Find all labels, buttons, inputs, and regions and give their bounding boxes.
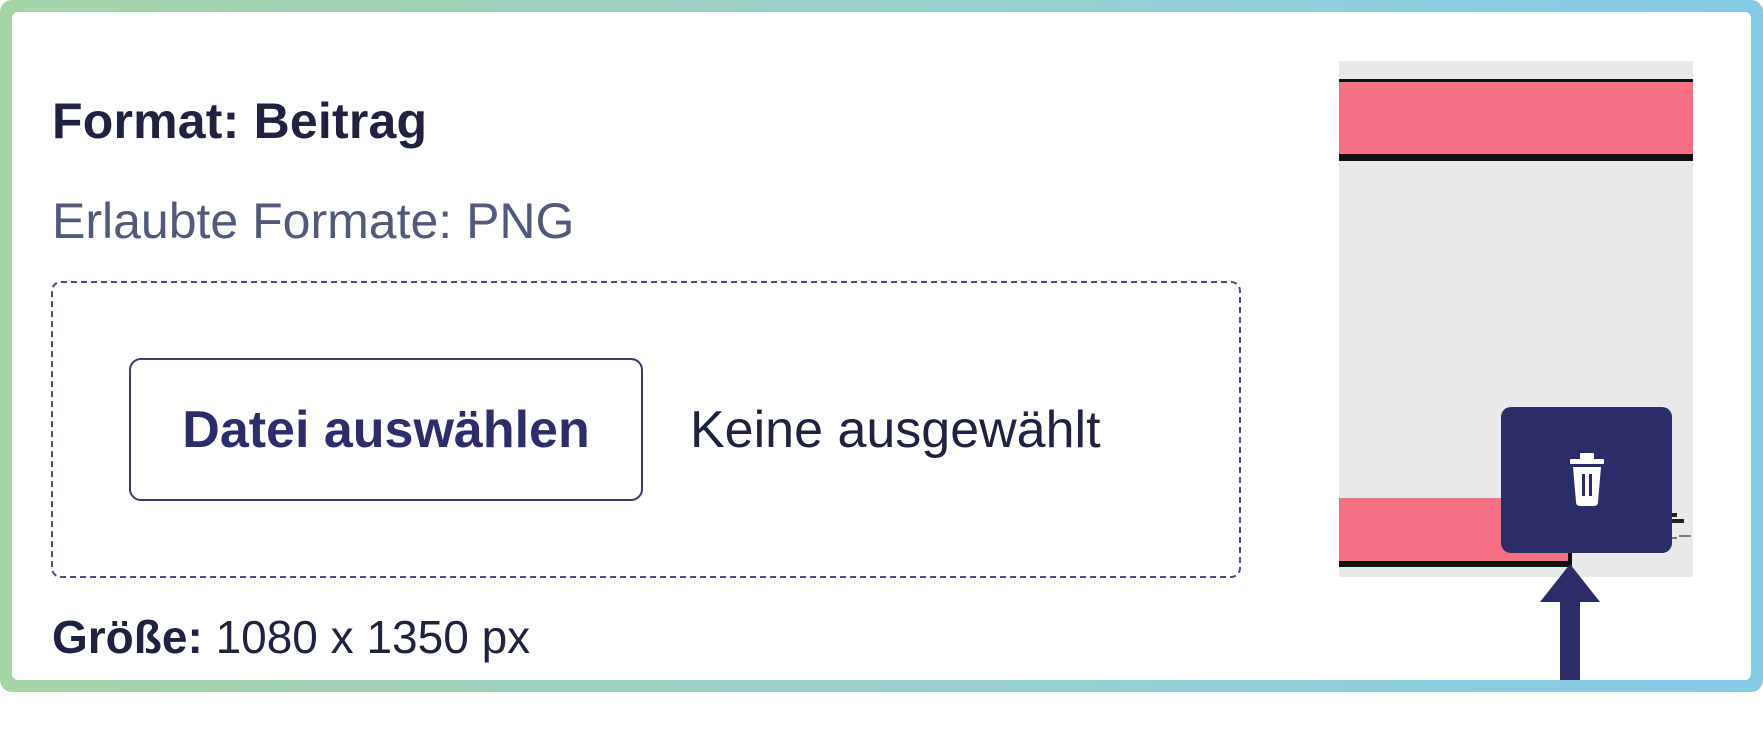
size-value: 1080 x 1350 px (215, 611, 531, 663)
no-file-selected-label: Keine ausgewählt (690, 401, 1101, 459)
up-arrow-icon (1540, 564, 1600, 680)
size-label: Größe: (52, 611, 203, 663)
allowed-formats-text: Erlaubte Formate: PNG (52, 193, 575, 249)
format-title: Format: Beitrag (52, 93, 428, 149)
file-dropzone[interactable]: Datei auswählen Keine ausgewählt (51, 281, 1241, 578)
trash-icon (1569, 453, 1604, 506)
image-size-info: Größe: 1080 x 1350 px (52, 610, 530, 664)
delete-image-button[interactable] (1501, 407, 1672, 553)
upload-card-frame: Format: Beitrag Erlaubte Formate: PNG Da… (0, 0, 1763, 692)
upload-card: Format: Beitrag Erlaubte Formate: PNG Da… (12, 12, 1751, 680)
choose-file-button[interactable]: Datei auswählen (129, 358, 643, 501)
